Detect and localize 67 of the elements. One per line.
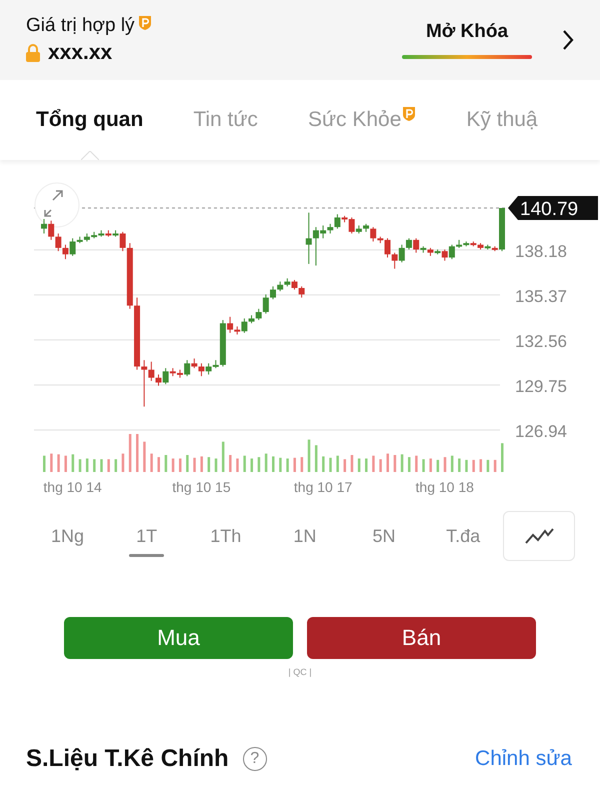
candlestick — [270, 286, 276, 300]
section-title: S.Liệu T.Kê Chính — [26, 745, 229, 773]
expand-icon[interactable] — [34, 182, 80, 228]
candlestick — [241, 318, 248, 334]
candlestick — [334, 214, 340, 230]
period-tab[interactable]: 1N — [265, 512, 344, 560]
chevron-right-icon[interactable] — [562, 29, 574, 51]
trade-button[interactable]: Bán — [307, 617, 536, 659]
axis-label: thg 10 18 — [416, 479, 474, 495]
fair-value-label: Giá trị hợp lý — [26, 15, 135, 37]
axis-label: thg 10 14 — [43, 479, 102, 495]
candlestick — [291, 279, 298, 290]
period-tab[interactable]: 5N — [344, 512, 424, 560]
ad-label: | QC | — [287, 667, 313, 677]
axis-label: 132.56 — [515, 332, 567, 351]
axis-label: 129.75 — [515, 376, 567, 396]
tab-pointer — [80, 151, 99, 160]
candlestick — [227, 316, 234, 334]
candlestick — [55, 232, 62, 252]
edit-link[interactable]: Chỉnh sửa — [475, 747, 572, 771]
tab[interactable]: Tin tức — [193, 80, 258, 160]
candlestick — [62, 244, 68, 260]
candlestick — [413, 238, 420, 254]
axis-label: 135.37 — [515, 286, 567, 306]
candlestick — [191, 358, 198, 369]
axis-label: thg 10 17 — [294, 479, 352, 495]
lock-icon — [26, 44, 40, 62]
candlestick — [48, 220, 54, 240]
fair-value: xxx.xx — [48, 41, 112, 65]
candlestick — [448, 244, 455, 260]
fair-value-bar[interactable]: Giá trị hợp lý xxx.xx Mở Khóa — [0, 0, 600, 80]
period-tab[interactable]: 1Ng — [28, 512, 108, 560]
premium-icon — [138, 15, 152, 31]
candlestick — [370, 226, 376, 242]
period-tab[interactable]: T.đa — [424, 512, 503, 560]
candlestick — [277, 281, 284, 292]
candlestick — [162, 368, 169, 385]
trade-button[interactable]: Mua — [64, 617, 293, 659]
candlestick — [148, 361, 154, 382]
period-tab[interactable]: 1T — [107, 512, 186, 560]
candlestick — [141, 360, 148, 408]
candlestick — [184, 360, 190, 377]
line-chart-icon — [524, 527, 554, 545]
chart-type-button[interactable] — [502, 511, 576, 561]
candlestick — [41, 218, 47, 234]
tab[interactable]: Kỹ thuậ — [466, 80, 538, 160]
tab[interactable]: Sức Khỏe — [308, 80, 416, 160]
candlestick — [442, 249, 448, 262]
candlestick — [156, 374, 162, 386]
period-tab[interactable]: 1Th — [186, 512, 266, 560]
candlestick — [306, 212, 312, 264]
candlestick — [392, 252, 398, 270]
axis-label: thg 10 15 — [172, 479, 231, 495]
candlestick — [406, 238, 412, 250]
tab[interactable]: Tổng quan — [36, 80, 144, 160]
candlestick — [262, 294, 269, 314]
candlestick — [120, 231, 126, 252]
axis-label: 138.18 — [515, 242, 567, 261]
candlestick — [198, 362, 204, 377]
unlock-label[interactable]: Mở Khóa — [426, 21, 508, 43]
price-tag: 140.79 — [508, 196, 598, 220]
candlestick — [398, 244, 405, 263]
candlestick — [256, 308, 262, 321]
axis-label: 126.94 — [515, 422, 567, 441]
candlestick — [298, 286, 305, 298]
help-icon[interactable]: ? — [242, 747, 267, 771]
candlestick — [327, 223, 334, 234]
